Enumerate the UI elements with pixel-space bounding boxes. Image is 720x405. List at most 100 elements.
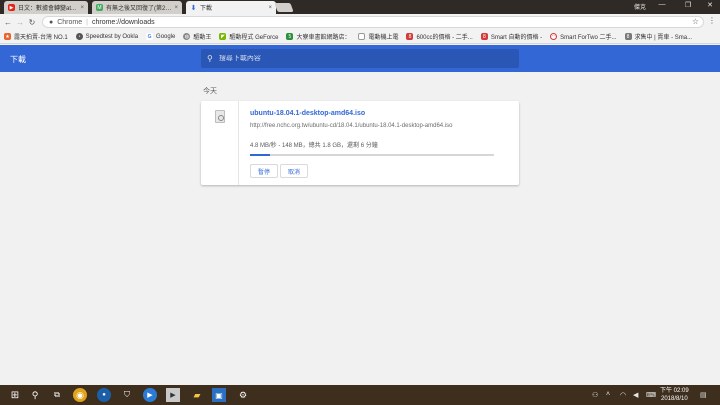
bookmark-label: 露天拍賣-台灣 NO.1 [14, 35, 68, 41]
file-name-link[interactable]: ubuntu-18.04.1-desktop-amd64.iso [250, 110, 365, 117]
tab-strip: ▶ 日文：數據會轉變at... × M 有無之後又回復了(第2頁) × ⬇ 下載… [0, 0, 720, 14]
car-site-icon: 8 [480, 33, 488, 40]
speedtest-icon: ◔ [75, 33, 83, 40]
tab-youtube[interactable]: ▶ 日文：數據會轉變at... × [4, 1, 88, 14]
volume-icon[interactable]: ◀ [633, 391, 638, 399]
bookmark-item[interactable]: G Google [146, 33, 175, 40]
wifi-icon[interactable]: ◠ [620, 391, 626, 399]
windows-start-icon[interactable]: ⊞ [8, 388, 22, 402]
progress-fill [250, 154, 270, 156]
address-scheme: Chrome [57, 18, 83, 26]
chrome-taskbar-icon[interactable]: ◉ [73, 388, 87, 402]
pause-button[interactable]: 暫停 [250, 164, 278, 178]
search-input[interactable] [218, 55, 499, 62]
settings-gear-icon[interactable]: ⚙ [236, 388, 250, 402]
reload-icon[interactable]: ↻ [26, 18, 38, 27]
tab-label: 有無之後又回復了(第2頁) [106, 6, 172, 12]
bookmark-label: 求售中 | 賣車 - Sma... [634, 35, 693, 41]
date-header: 今天 [203, 88, 217, 95]
google-icon: G [146, 33, 154, 40]
page-title: 下載 [10, 55, 26, 64]
minimize-icon[interactable]: — [654, 1, 670, 8]
notification-icon[interactable]: ▤ [700, 391, 707, 399]
car-site-icon: 8 [406, 33, 414, 40]
system-clock[interactable]: 下午 02:09 2018/8/10 [660, 387, 689, 403]
bookmark-label: Smart 自動的價格 - [490, 35, 543, 41]
taskbar: ⊞ ⚲ ⧉ ◉ ● ⛉ ▶ ▶ ▰ ▣ ⚙ ⚇ ˄ ◠ ◀ ⌨ 下午 02:09… [0, 385, 720, 405]
forum-icon: M [96, 4, 103, 11]
bookmark-item[interactable]: ◔ Speedtest by Ookla [75, 33, 139, 40]
forward-icon[interactable]: → [14, 18, 26, 27]
search-box[interactable]: ⚲ [201, 49, 519, 68]
bookmark-label: 電動機上電 [368, 35, 399, 41]
bookmark-item[interactable]: 8 600cc的價格 - 二手... [406, 32, 473, 41]
downloads-content: 今天 ubuntu-18.04.1-desktop-amd64.iso http… [0, 72, 720, 385]
bookmark-star-icon[interactable]: ☆ [692, 17, 699, 26]
bookmark-label: 驅動程式 GeForce [229, 35, 279, 41]
toolbar: ← → ↻ ● Chrome | chrome://downloads ☆ [0, 14, 720, 30]
tab-label: 下載 [200, 6, 213, 12]
close-icon[interactable]: × [80, 5, 84, 11]
search-icon[interactable]: ⚲ [28, 388, 42, 402]
folder-icon[interactable]: ▰ [190, 388, 204, 402]
nvidia-icon: ◤ [219, 33, 227, 40]
app-taskbar-icon[interactable]: ● [97, 388, 111, 402]
bookstore-icon: 5 [286, 33, 294, 40]
site-icon: 8 [624, 33, 632, 40]
tab-label: 日文：數據會轉變at... [18, 6, 77, 12]
media-player-icon[interactable]: ▶ [143, 388, 157, 402]
downloads-header: 下載 ⚲ [0, 45, 720, 72]
tab-forum[interactable]: M 有無之後又回復了(第2頁) × [92, 1, 182, 14]
chevron-up-icon[interactable]: ˄ [606, 391, 610, 398]
ruten-icon: ★ [4, 33, 11, 40]
search-icon: ⚲ [207, 54, 213, 63]
bookmark-label: Google [156, 33, 176, 40]
menu-icon[interactable]: ⋮ [708, 16, 716, 25]
bookmark-label: 600cc的價格 - 二手... [416, 35, 473, 41]
youtube-icon: ▶ [8, 4, 15, 11]
address-url: chrome://downloads [91, 18, 155, 26]
task-view-icon[interactable]: ⧉ [50, 388, 64, 402]
person-icon[interactable]: ⚇ [592, 391, 598, 399]
address-bar[interactable]: ● Chrome | chrome://downloads ☆ [42, 16, 704, 28]
bookmark-item[interactable]: ◠ Smart ForTwo 二手... [550, 32, 617, 41]
new-tab-button[interactable] [274, 3, 294, 12]
download-status: 4.8 MB/秒 - 148 MB，總共 1.8 GB，還剩 6 分鐘 [250, 143, 378, 149]
tab-downloads[interactable]: ⬇ 下載 × [186, 1, 276, 14]
bookmarks-bar: ★ 露天拍賣-台灣 NO.1 ◔ Speedtest by Ookla G Googl… [0, 30, 720, 44]
chrome-page-icon: ● [49, 18, 54, 26]
bookmark-label: 驅動王 [193, 35, 212, 41]
file-url-link[interactable]: http://free.nchc.org.tw/ubuntu-cd/18.04.… [250, 123, 452, 129]
bookmark-item[interactable]: ◤ 驅動程式 GeForce [219, 32, 278, 41]
file-icon-column [201, 101, 239, 185]
keyboard-icon[interactable]: ⌨ [646, 391, 656, 399]
profile-name[interactable]: 傑克 [634, 2, 646, 11]
bookmark-label: 大寮車書館網路店： [296, 35, 351, 41]
cancel-button[interactable]: 取消 [280, 164, 308, 178]
bookmark-item[interactable]: 電動機上電 [358, 32, 398, 41]
bookmark-item[interactable]: ◍ 驅動王 [183, 32, 211, 41]
bookmark-label: Speedtest by Ookla [85, 33, 139, 40]
bookmark-item[interactable]: ★ 露天拍賣-台灣 NO.1 [4, 32, 68, 41]
bookmark-label: Smart ForTwo 二手... [560, 35, 617, 41]
video-icon[interactable]: ▶ [166, 388, 180, 402]
download-item: ubuntu-18.04.1-desktop-amd64.iso http://… [201, 101, 519, 185]
close-window-icon[interactable]: ✕ [702, 1, 718, 9]
clock-time: 下午 02:09 [660, 388, 689, 394]
shield-icon[interactable]: ⛉ [120, 388, 134, 402]
bookmark-item[interactable]: 8 Smart 自動的價格 - [480, 32, 543, 41]
bookmark-item[interactable]: 8 求售中 | 賣車 - Sma... [624, 32, 693, 41]
maximize-icon[interactable]: ❐ [680, 1, 696, 9]
back-icon[interactable]: ← [2, 18, 14, 27]
page-icon [358, 33, 366, 40]
globe-icon: ◍ [183, 33, 191, 40]
photos-icon[interactable]: ▣ [212, 388, 226, 402]
clock-date: 2018/8/10 [660, 396, 688, 402]
download-icon: ⬇ [190, 4, 197, 12]
close-icon[interactable]: × [174, 5, 178, 11]
address-separator: | [86, 18, 88, 26]
disc-file-icon [215, 110, 225, 123]
close-icon[interactable]: × [268, 5, 272, 11]
car-icon: ◠ [550, 33, 558, 40]
bookmark-item[interactable]: 5 大寮車書館網路店： [286, 32, 350, 41]
